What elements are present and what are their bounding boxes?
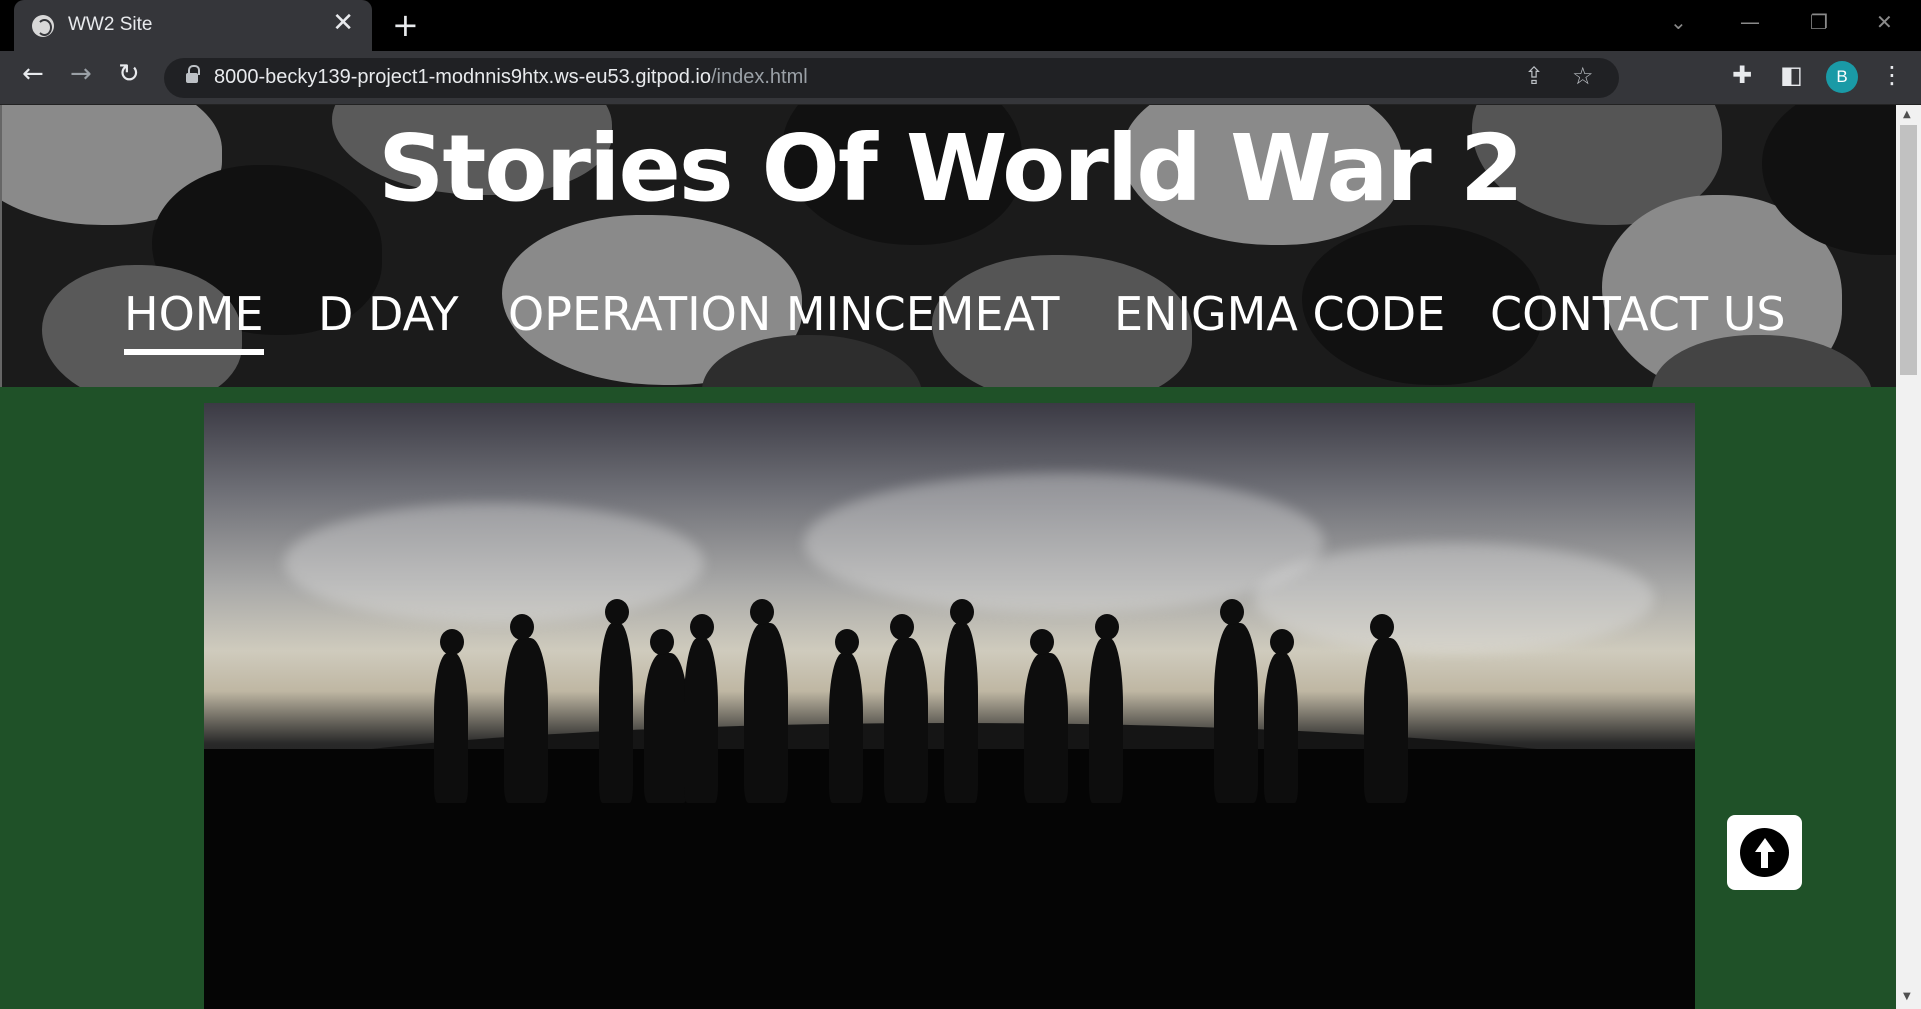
soldier-silhouette: [944, 623, 978, 803]
soldier-head: [690, 614, 714, 640]
hero-cloud: [284, 503, 704, 623]
soldier-silhouette: [434, 653, 468, 803]
nav-d-day[interactable]: D DAY: [318, 287, 459, 341]
soldier-silhouette: [1214, 623, 1258, 803]
nav-home[interactable]: HOME: [124, 287, 264, 355]
tab-search-icon[interactable]: ⌄: [1670, 10, 1687, 34]
nav-operation-mincemeat[interactable]: OPERATION MINCEMEAT: [508, 287, 1060, 341]
page-viewport: Stories Of World War 2 HOME D DAY OPERAT…: [0, 105, 1921, 1009]
browser-tab-strip: WW2 Site ✕ + ⌄ — ❐ ✕: [0, 0, 1921, 51]
soldier-head: [1270, 629, 1294, 655]
hero-cloud: [1254, 543, 1654, 653]
soldier-silhouette: [599, 623, 633, 803]
nav-contact-us[interactable]: CONTACT US: [1490, 287, 1786, 341]
browser-tab[interactable]: WW2 Site ✕: [14, 0, 372, 51]
back-icon[interactable]: ←: [22, 61, 44, 87]
browser-toolbar: ← → ↻ 8000-becky139-project1-modnnis9htx…: [0, 51, 1921, 105]
soldier-silhouette: [744, 623, 788, 803]
restore-icon[interactable]: ❐: [1810, 10, 1828, 34]
scroll-up-arrow-icon[interactable]: ▲: [1903, 109, 1911, 120]
menu-icon[interactable]: ⋮: [1880, 63, 1904, 87]
forward-icon[interactable]: →: [70, 61, 92, 87]
soldier-silhouette: [684, 638, 718, 803]
nav-enigma-code[interactable]: ENIGMA CODE: [1114, 287, 1445, 341]
tab-close-icon[interactable]: ✕: [332, 10, 354, 36]
soldier-head: [835, 629, 859, 655]
soldier-head: [605, 599, 629, 625]
site-title: Stories Of World War 2: [378, 115, 1524, 222]
scrollbar-thumb[interactable]: [1900, 125, 1917, 375]
scroll-to-top-button[interactable]: [1727, 815, 1802, 890]
soldier-silhouette: [504, 638, 548, 803]
soldier-head: [1220, 599, 1244, 625]
soldier-silhouette: [1089, 638, 1123, 803]
scroll-down-arrow-icon[interactable]: ▼: [1903, 991, 1911, 1002]
star-icon[interactable]: ☆: [1572, 64, 1594, 88]
soldier-head: [510, 614, 534, 640]
hero-image-soldiers: [204, 403, 1695, 1009]
soldier-head: [1370, 614, 1394, 640]
address-bar[interactable]: 8000-becky139-project1-modnnis9htx.ws-eu…: [164, 58, 1619, 98]
page-scrollbar[interactable]: ▲ ▼: [1896, 105, 1921, 1009]
soldier-head: [1095, 614, 1119, 640]
soldier-silhouette: [644, 653, 688, 803]
lock-icon[interactable]: [186, 65, 200, 84]
profile-avatar[interactable]: B: [1826, 61, 1858, 93]
reload-icon[interactable]: ↻: [118, 61, 140, 87]
soldier-head: [890, 614, 914, 640]
soldier-silhouette: [1364, 638, 1408, 803]
new-tab-button[interactable]: +: [392, 9, 419, 41]
tab-title: WW2 Site: [68, 14, 153, 35]
share-icon[interactable]: ⇪: [1524, 64, 1544, 88]
window-close-icon[interactable]: ✕: [1876, 10, 1893, 34]
extensions-icon[interactable]: ✚: [1732, 63, 1752, 87]
site-header: Stories Of World War 2 HOME D DAY OPERAT…: [0, 105, 1896, 387]
soldier-head: [650, 629, 674, 655]
soldier-head: [950, 599, 974, 625]
arrow-up-circle-icon: [1740, 828, 1789, 877]
hero-cloud: [804, 473, 1324, 613]
globe-icon: [32, 15, 54, 37]
soldier-silhouette: [1264, 653, 1298, 803]
soldier-head: [1030, 629, 1054, 655]
side-panel-icon[interactable]: ◧: [1780, 63, 1803, 87]
soldier-silhouette: [884, 638, 928, 803]
soldier-silhouette: [829, 653, 863, 803]
url-text[interactable]: 8000-becky139-project1-modnnis9htx.ws-eu…: [214, 66, 808, 89]
soldier-silhouette: [1024, 653, 1068, 803]
minimize-icon[interactable]: —: [1740, 10, 1760, 34]
soldier-head: [750, 599, 774, 625]
soldier-head: [440, 629, 464, 655]
